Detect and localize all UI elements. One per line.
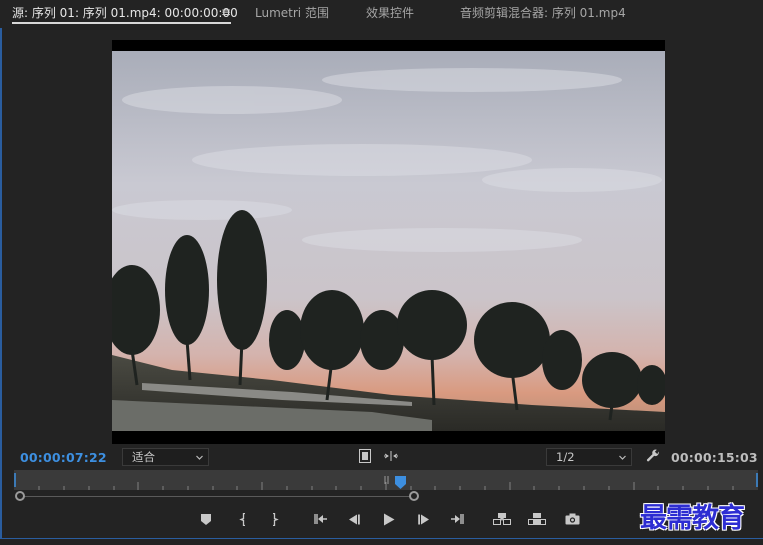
zoom-level-select[interactable]: 适合	[122, 448, 209, 466]
go-to-in-button[interactable]	[312, 511, 328, 527]
go-to-out-icon	[451, 514, 464, 524]
step-back-icon	[349, 514, 360, 524]
go-to-in-icon	[314, 514, 327, 524]
wrench-icon[interactable]	[645, 448, 661, 464]
ruler-ticks	[14, 473, 758, 490]
tab-source[interactable]: 源: 序列 01: 序列 01.mp4: 00:00:00:00	[12, 5, 238, 23]
playback-resolution-value: 1/2	[556, 450, 575, 464]
panel-focus-border	[0, 28, 2, 538]
add-marker-button[interactable]	[199, 511, 213, 527]
hamburger-menu-icon[interactable]: ≡	[221, 5, 231, 19]
chevron-down-icon	[619, 455, 626, 460]
chevron-down-icon	[196, 455, 203, 460]
zoom-start-handle[interactable]	[15, 491, 25, 501]
video-preview[interactable]	[112, 40, 665, 444]
panel-tab-bar: 源: 序列 01: 序列 01.mp4: 00:00:00:00 ≡ Lumet…	[0, 0, 763, 28]
panel-bottom-border	[0, 538, 763, 539]
play-button[interactable]	[381, 511, 397, 527]
brace-open-icon	[239, 512, 245, 526]
zoom-scroll-bar[interactable]	[20, 496, 410, 497]
go-to-out-button[interactable]	[450, 511, 466, 527]
video-frame-image	[112, 40, 665, 444]
export-frame-button[interactable]	[563, 511, 581, 527]
mark-out-button[interactable]	[268, 511, 282, 527]
step-forward-button[interactable]	[416, 511, 432, 527]
marker-icon	[201, 513, 211, 525]
insert-icon	[493, 513, 511, 525]
playback-resolution-select[interactable]: 1/2	[546, 448, 632, 466]
overwrite-button[interactable]	[527, 511, 547, 527]
watermark-logo: 最需教育	[640, 503, 745, 534]
step-forward-icon	[418, 514, 429, 524]
arrows-in-icon[interactable]	[383, 450, 399, 462]
playhead[interactable]	[394, 476, 407, 490]
tab-audio-clip-mixer[interactable]: 音频剪辑混合器: 序列 01.mp4	[460, 5, 626, 23]
play-icon	[384, 513, 395, 525]
tab-effect-controls[interactable]: 效果控件	[366, 5, 414, 23]
insert-button[interactable]	[492, 511, 512, 527]
tab-lumetri-scopes[interactable]: Lumetri 范围	[255, 5, 329, 23]
zoom-end-handle[interactable]	[409, 491, 420, 501]
current-timecode[interactable]: 00:00:07:22	[20, 450, 107, 465]
overwrite-icon	[528, 513, 546, 525]
zoom-level-value: 适合	[132, 450, 155, 464]
step-back-button[interactable]	[346, 511, 362, 527]
film-strip-icon[interactable]	[358, 448, 372, 464]
active-tab-indicator	[12, 22, 231, 24]
mark-in-button[interactable]	[236, 511, 250, 527]
camera-icon	[565, 513, 579, 525]
brace-close-icon	[273, 512, 279, 526]
time-ruler[interactable]	[14, 470, 758, 490]
duration-timecode: 00:00:15:03	[671, 450, 758, 465]
